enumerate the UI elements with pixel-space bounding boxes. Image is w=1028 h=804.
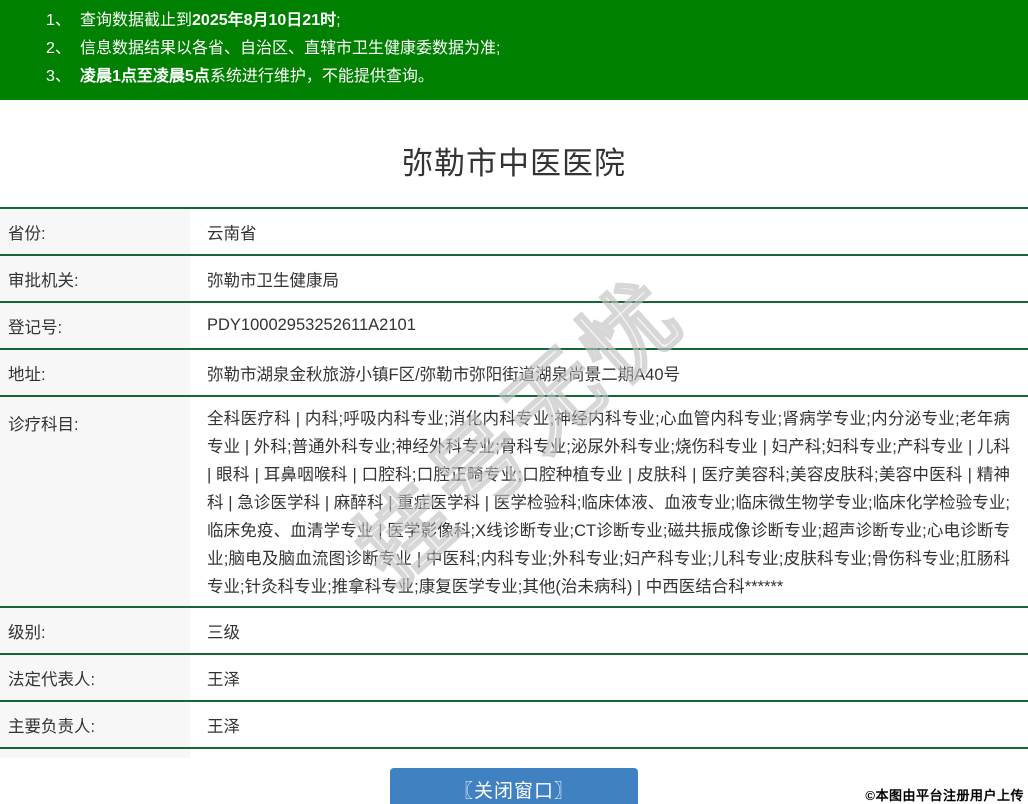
field-label: 法定代表人: xyxy=(0,655,190,700)
table-row-level: 级别: 三级 xyxy=(0,608,1028,655)
field-value: 弥勒市湖泉金秋旅游小镇F区/弥勒市弥阳街道湖泉尚景二期A40号 xyxy=(190,350,1028,395)
table-row-legal-representative: 法定代表人: 王泽 xyxy=(0,655,1028,702)
notice-line-3: 3、凌晨1点至凌晨5点系统进行维护，不能提供查询。 xyxy=(46,63,1018,91)
table-row-registration-number: 登记号: PDY10002953252611A2101 xyxy=(0,303,1028,350)
notice-text: ; xyxy=(336,12,340,29)
field-value: 云南省 xyxy=(190,209,1028,254)
field-label: 级别: xyxy=(0,608,190,653)
field-label: 诊疗科目: xyxy=(0,397,190,606)
notice-line-1: 1、查询数据截止到2025年8月10日21时; xyxy=(46,7,1018,35)
table-row-medical-subjects: 诊疗科目: 全科医疗科 | 内科;呼吸内科专业;消化内科专业;神经内科专业;心血… xyxy=(0,397,1028,608)
copyright-note: ©本图由平台注册用户上传 xyxy=(865,785,1024,804)
field-value: 弥勒市卫生健康局 xyxy=(190,256,1028,301)
table-row-approval-authority: 审批机关: 弥勒市卫生健康局 xyxy=(0,256,1028,303)
table-row-address: 地址: 弥勒市湖泉金秋旅游小镇F区/弥勒市弥阳街道湖泉尚景二期A40号 xyxy=(0,350,1028,397)
field-label: 地址: xyxy=(0,350,190,395)
hospital-info-page: 1、查询数据截止到2025年8月10日21时; 2、信息数据结果以各省、自治区、… xyxy=(0,0,1028,804)
close-window-button[interactable]: 〖关闭窗口〗 xyxy=(390,768,638,804)
notice-text: 信息数据结果以各省、自治区、直辖市卫生健康委数据为准; xyxy=(80,40,500,57)
field-label: 主要负责人: xyxy=(0,702,190,747)
field-value: 王泽 xyxy=(190,702,1028,747)
field-value: PDY10002953252611A2101 xyxy=(190,303,1028,348)
table-row-province: 省份: 云南省 xyxy=(0,209,1028,256)
table-row-person-in-charge: 主要负责人: 王泽 xyxy=(0,702,1028,749)
field-value: 三级 xyxy=(190,608,1028,653)
notice-number: 3、 xyxy=(46,63,80,91)
hospital-info-table: 省份: 云南省 审批机关: 弥勒市卫生健康局 登记号: PDY100029532… xyxy=(0,207,1028,796)
field-value: 王泽 xyxy=(190,655,1028,700)
field-label: 登记号: xyxy=(0,303,190,348)
page-title: 弥勒市中医医院 xyxy=(0,138,1028,183)
notice-number: 1、 xyxy=(46,7,80,35)
notice-text-bold: 2025年8月10日21时 xyxy=(192,12,336,29)
notice-text: 查询数据截止到 xyxy=(80,12,192,29)
field-label: 审批机关: xyxy=(0,256,190,301)
notice-banner: 1、查询数据截止到2025年8月10日21时; 2、信息数据结果以各省、自治区、… xyxy=(0,0,1028,100)
notice-number: 2、 xyxy=(46,35,80,63)
field-label: 省份: xyxy=(0,209,190,254)
notice-line-2: 2、信息数据结果以各省、自治区、直辖市卫生健康委数据为准; xyxy=(46,35,1018,63)
notice-text: 系统进行维护，不能提供查询。 xyxy=(210,68,434,85)
notice-text-bold: 凌晨1点至凌晨5点 xyxy=(80,68,210,85)
field-value: 全科医疗科 | 内科;呼吸内科专业;消化内科专业;神经内科专业;心血管内科专业;… xyxy=(190,397,1028,606)
footer-bar: 〖关闭窗口〗 ©本图由平台注册用户上传 xyxy=(0,758,1028,804)
